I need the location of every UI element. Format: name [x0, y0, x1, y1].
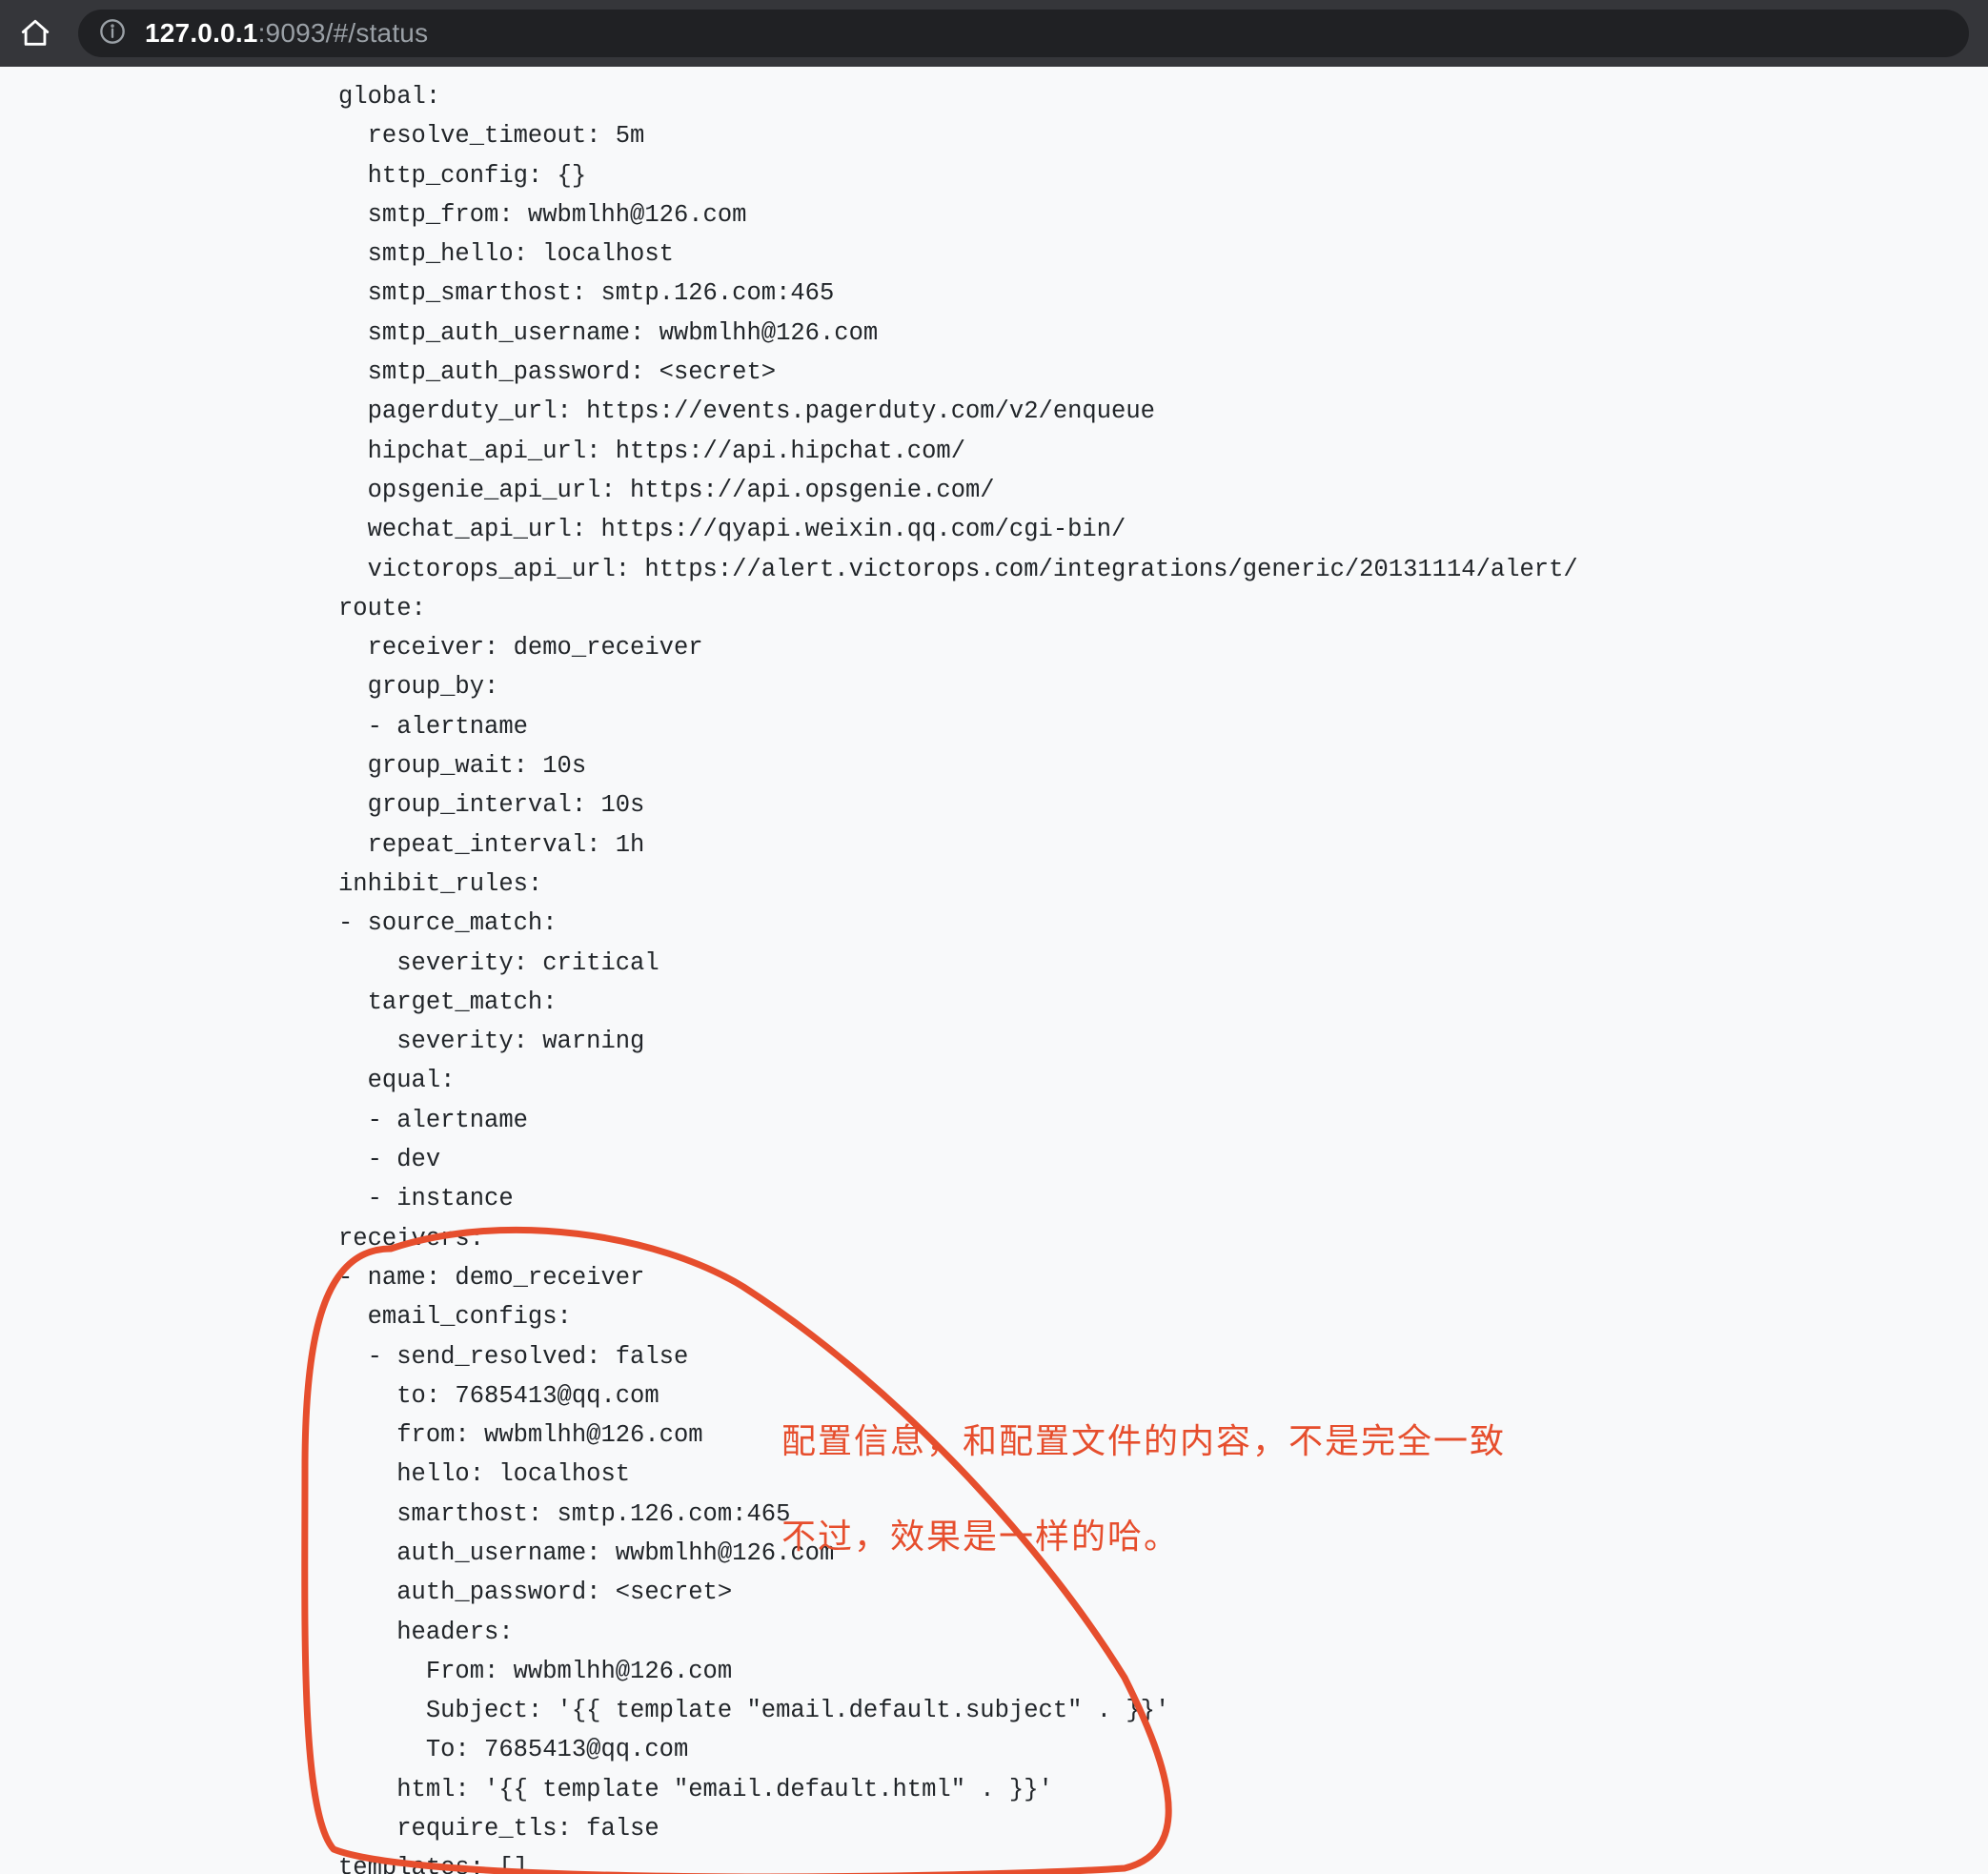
config-yaml-block: global: resolve_timeout: 5m http_config:…: [338, 77, 1578, 1874]
home-icon[interactable]: [19, 17, 51, 50]
url-rest: :9093/#/status: [258, 18, 429, 48]
annotation-text-line1: 配置信息，和配置文件的内容，不是完全一致: [781, 1419, 1506, 1464]
browser-address-bar: 127.0.0.1:9093/#/status: [0, 0, 1988, 67]
info-icon[interactable]: [99, 18, 126, 49]
url-host: 127.0.0.1: [145, 18, 258, 48]
url-text: 127.0.0.1:9093/#/status: [145, 18, 428, 49]
annotation-text-line2: 不过，效果是一样的哈。: [781, 1515, 1180, 1559]
url-bar[interactable]: 127.0.0.1:9093/#/status: [78, 10, 1969, 57]
page-body: global: resolve_timeout: 5m http_config:…: [0, 67, 1988, 1874]
